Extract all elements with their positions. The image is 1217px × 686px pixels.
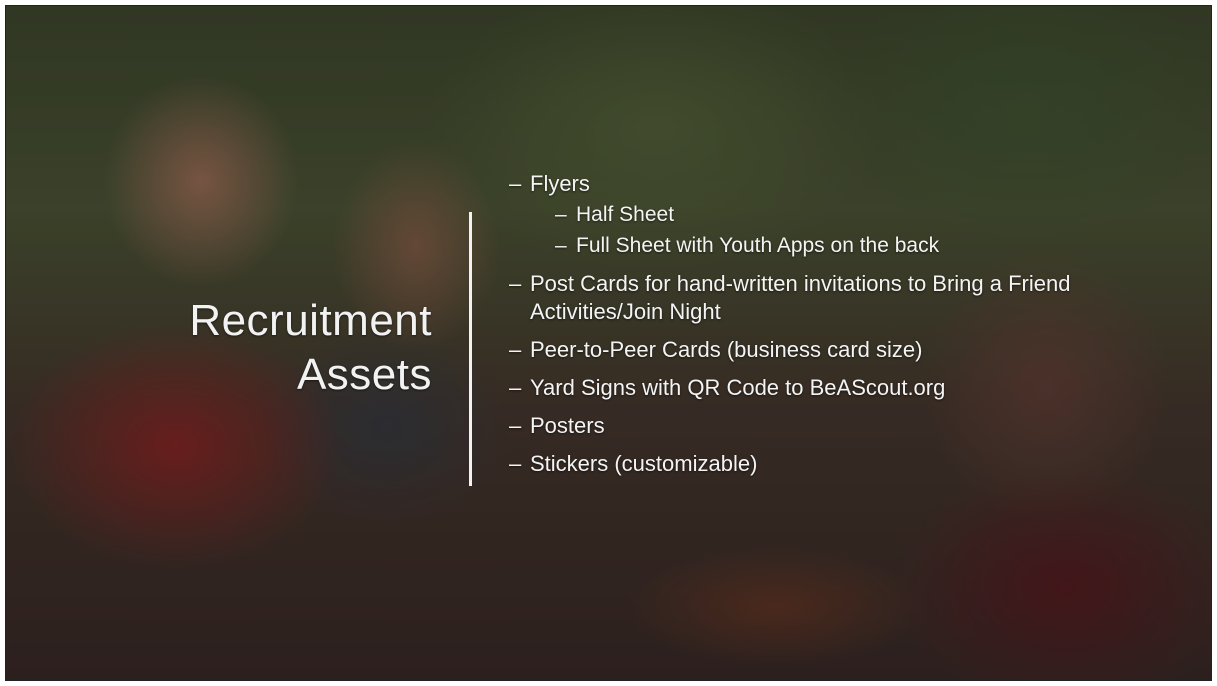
list-item-yard-signs: Yard Signs with QR Code to BeAScout.org	[509, 374, 1129, 402]
bullet-list: Flyers Half Sheet Full Sheet with Youth …	[509, 170, 1129, 478]
vertical-divider	[469, 212, 472, 486]
title-line-1: Recruitment	[189, 296, 432, 345]
list-item-full-sheet: Full Sheet with Youth Apps on the back	[555, 232, 1129, 260]
list-item-half-sheet: Half Sheet	[555, 201, 1129, 229]
list-item-flyers: Flyers	[509, 170, 1129, 198]
list-item-posters: Posters	[509, 412, 1129, 440]
slide-title: Recruitment Assets	[32, 294, 432, 402]
slide: Recruitment Assets Flyers Half Sheet Ful…	[5, 5, 1212, 681]
list-item-stickers: Stickers (customizable)	[509, 450, 1129, 478]
list-item-peer-cards: Peer-to-Peer Cards (business card size)	[509, 336, 1129, 364]
title-line-2: Assets	[296, 350, 432, 399]
list-item-post-cards: Post Cards for hand-written invitations …	[509, 270, 1129, 326]
